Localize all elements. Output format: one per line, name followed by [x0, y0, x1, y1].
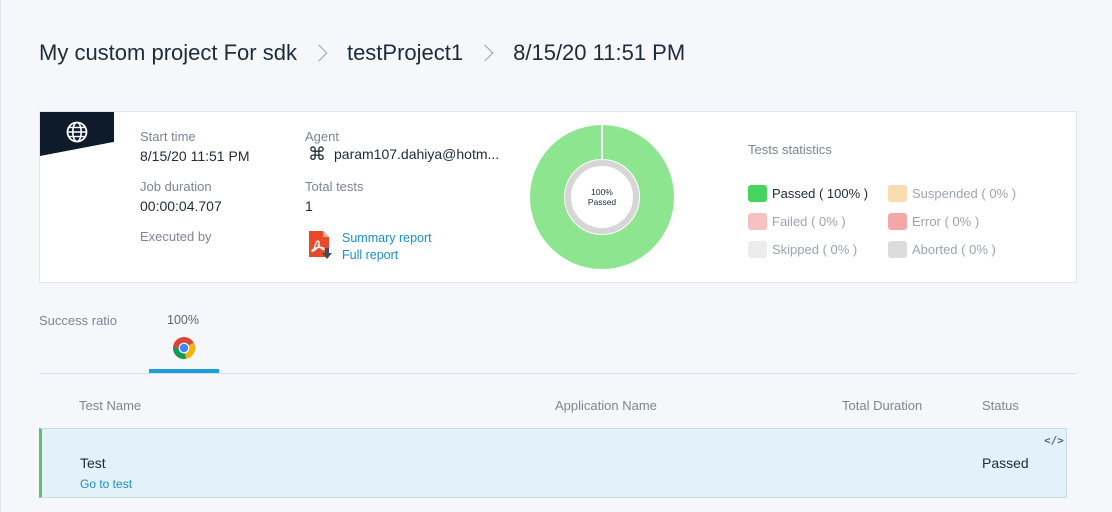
legend-label-suspended: Suspended ( 0% ) — [912, 186, 1017, 201]
chrome-icon[interactable] — [172, 336, 196, 360]
job-duration-value: 00:00:04.707 — [140, 198, 222, 214]
legend-swatch-passed — [748, 185, 767, 202]
legend-aborted: Aborted ( 0% ) — [888, 241, 996, 258]
test-name: Test — [80, 455, 106, 471]
platform-badge — [40, 112, 114, 156]
column-header-application-name[interactable]: Application Name — [555, 398, 657, 413]
total-tests-label: Total tests — [305, 179, 364, 194]
legend-error: Error ( 0% ) — [888, 213, 979, 230]
column-header-test-name[interactable]: Test Name — [79, 398, 141, 413]
breadcrumb-run: 8/15/20 11:51 PM — [513, 40, 686, 65]
test-status: Passed — [982, 455, 1029, 471]
legend-label-aborted: Aborted ( 0% ) — [912, 242, 996, 257]
breadcrumb: My custom project For sdk testProject1 8… — [39, 40, 685, 66]
success-ratio-label: Success ratio — [39, 313, 118, 328]
run-summary-card: Start time 8/15/20 11:51 PM Job duration… — [39, 111, 1077, 283]
legend-label-error: Error ( 0% ) — [912, 214, 980, 229]
legend-swatch-aborted — [888, 241, 907, 258]
full-report-link[interactable]: Full report — [342, 247, 432, 264]
start-time-label: Start time — [140, 129, 196, 144]
legend-label-skipped: Skipped ( 0% ) — [772, 242, 858, 257]
legend-passed: Passed ( 100% ) — [748, 185, 868, 202]
donut-center-label: Passed — [588, 197, 617, 207]
legend-label-failed: Failed ( 0% ) — [772, 214, 846, 229]
chevron-right-icon — [310, 44, 328, 62]
success-ratio-value: 100% — [167, 313, 199, 327]
donut-center-percent: 100% — [591, 187, 613, 197]
table-row[interactable]: Test Go to test Passed </> — [39, 428, 1067, 498]
reports: Summary report Full report — [308, 230, 432, 264]
command-icon: ⌘ — [308, 144, 326, 164]
legend-skipped: Skipped ( 0% ) — [748, 241, 857, 258]
legend-label-passed: Passed ( 100% ) — [772, 186, 869, 201]
agent-row: ⌘ param107.dahiya@hotm... — [308, 145, 499, 163]
test-run-page: My custom project For sdk testProject1 8… — [0, 0, 1112, 512]
tabs-divider — [39, 373, 1077, 374]
column-header-total-duration[interactable]: Total Duration — [842, 398, 922, 413]
legend-failed: Failed ( 0% ) — [748, 213, 846, 230]
chevron-right-icon — [476, 44, 494, 62]
globe-icon — [66, 121, 88, 143]
breadcrumb-test-project[interactable]: testProject1 — [347, 40, 463, 66]
breadcrumb-project[interactable]: My custom project For sdk — [39, 40, 297, 66]
legend-suspended: Suspended ( 0% ) — [888, 185, 1016, 202]
executed-by-label: Executed by — [140, 229, 212, 244]
tests-statistics-title: Tests statistics — [748, 142, 832, 157]
code-icon[interactable]: </> — [1044, 434, 1064, 447]
legend-swatch-skipped — [748, 241, 767, 258]
pdf-download-icon — [309, 231, 332, 259]
legend-swatch-failed — [748, 213, 767, 230]
start-time-value: 8/15/20 11:51 PM — [140, 148, 250, 164]
summary-report-link[interactable]: Summary report — [342, 230, 432, 247]
column-header-status[interactable]: Status — [982, 398, 1019, 413]
job-duration-label: Job duration — [140, 179, 212, 194]
success-donut-chart: 100% Passed — [530, 125, 674, 269]
agent-label: Agent — [305, 129, 339, 144]
legend-swatch-suspended — [888, 185, 907, 202]
total-tests-value: 1 — [305, 198, 313, 214]
agent-value: param107.dahiya@hotm... — [334, 146, 500, 162]
go-to-test-link[interactable]: Go to test — [80, 477, 132, 491]
legend-swatch-error — [888, 213, 907, 230]
